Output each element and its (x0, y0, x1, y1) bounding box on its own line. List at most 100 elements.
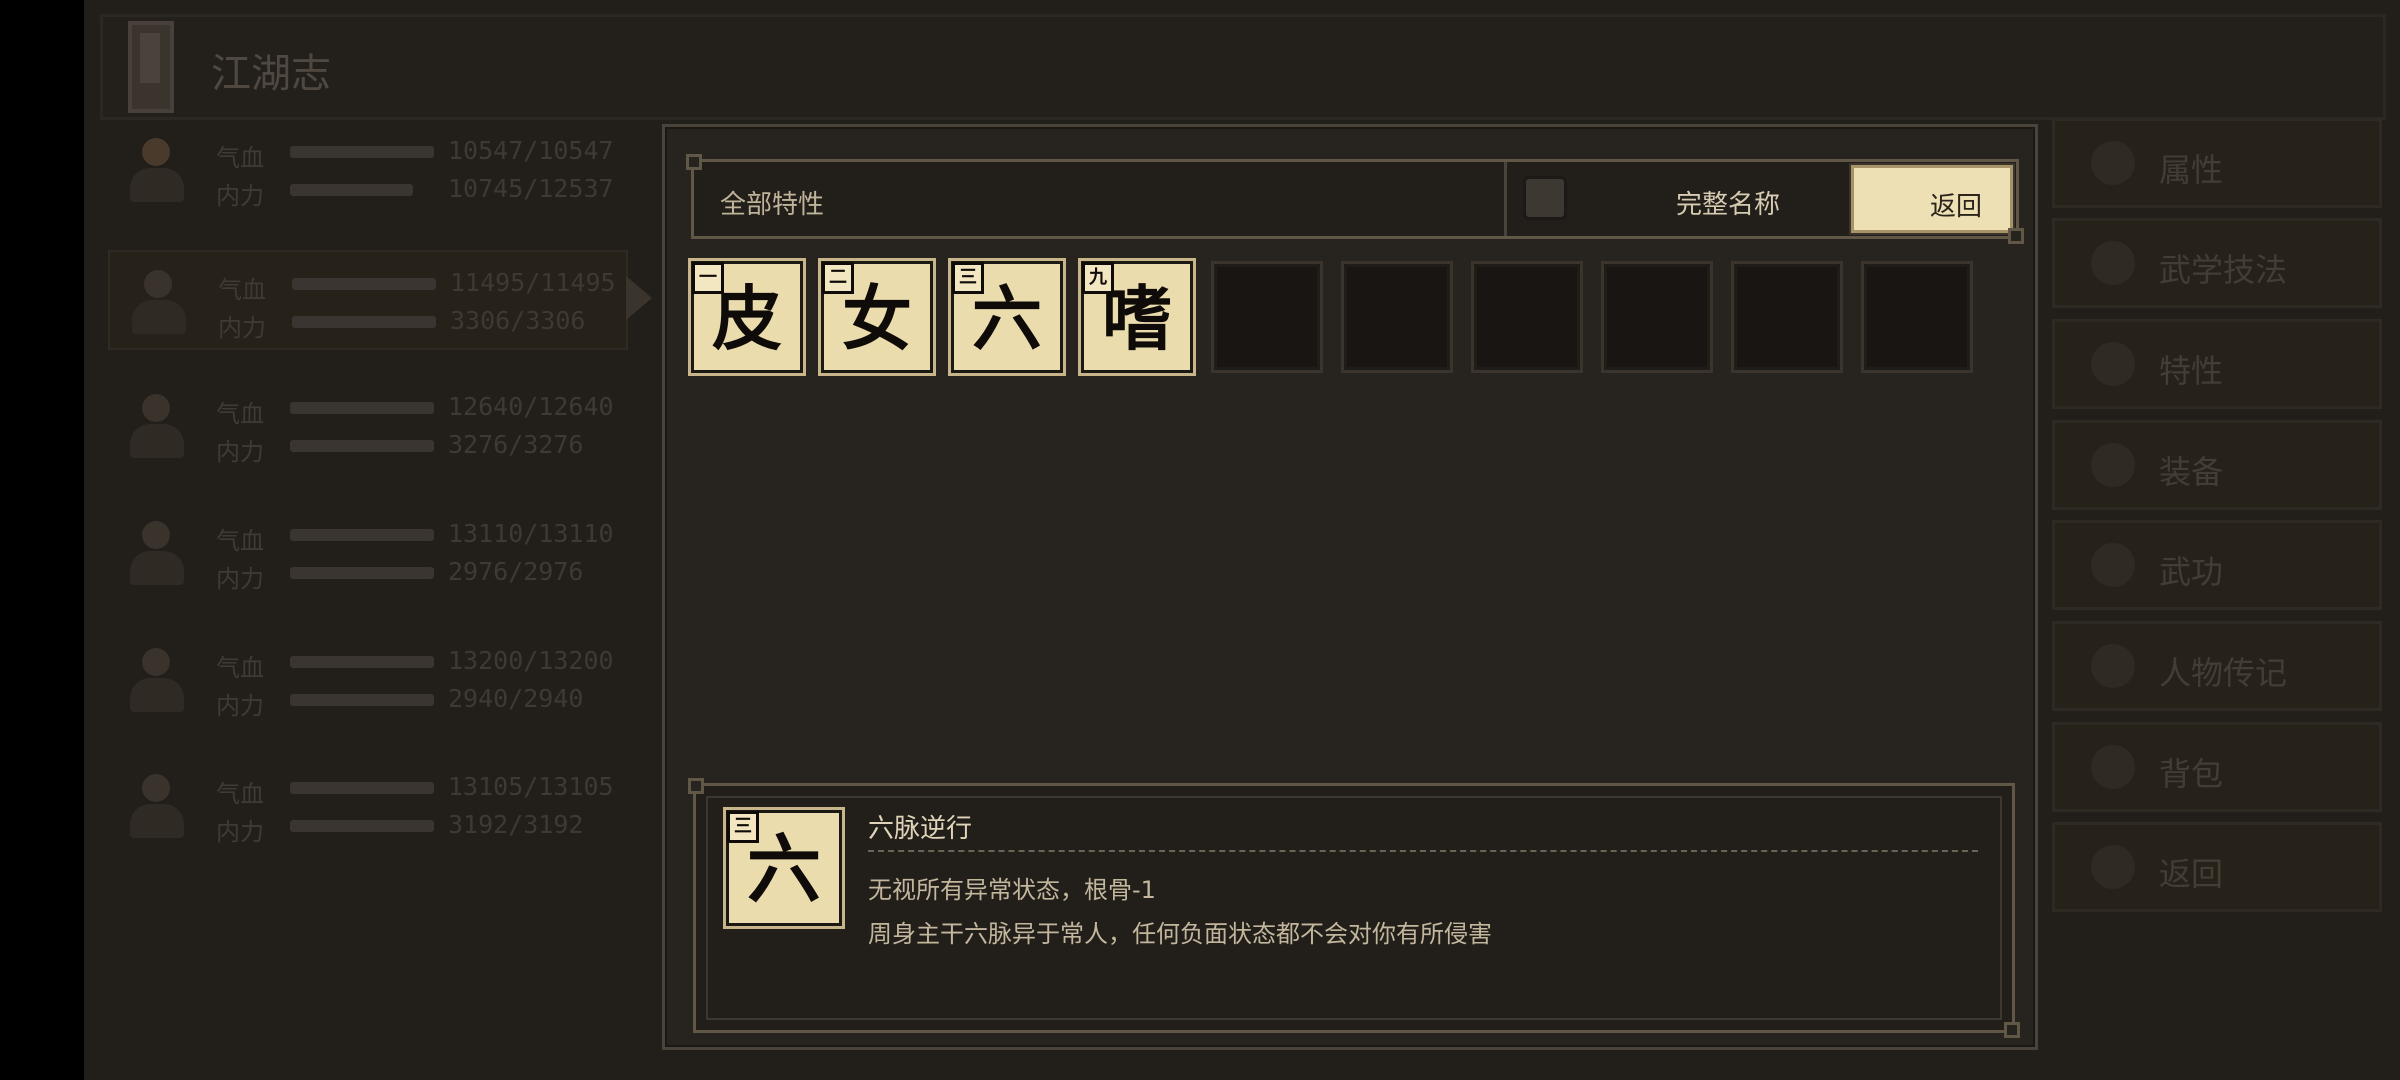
hp-value: 13200/13200 (448, 646, 614, 675)
menu-traits-button[interactable]: 特性 (2052, 319, 2382, 409)
hero-avatar-icon (122, 134, 192, 206)
back-button-label: 返回 (1929, 192, 1982, 222)
roster-row[interactable]: 气血 12640/12640 内力 3276/3276 (108, 376, 628, 476)
hp-label: 气血 (216, 780, 264, 808)
menu-back-button[interactable]: 返回 (2052, 822, 2382, 912)
trait-char: 嗜 (1102, 277, 1172, 360)
book-icon (128, 21, 174, 113)
full-name-checkbox[interactable] (1523, 176, 1567, 220)
hp-bar (290, 529, 434, 541)
menu-biography-button[interactable]: 人物传记 (2052, 621, 2382, 711)
menu-label: 装备 (2159, 453, 2224, 491)
hp-bar (292, 278, 436, 290)
mp-bar (290, 694, 434, 706)
roster-row[interactable]: 气血 10547/10547 内力 10745/12537 (108, 120, 628, 220)
mp-label: 内力 (216, 818, 264, 846)
hp-value: 11495/11495 (450, 268, 616, 297)
menu-equipment-button[interactable]: 装备 (2052, 420, 2382, 510)
sword-icon (2091, 443, 2135, 487)
book-icon (2091, 644, 2135, 688)
empty-trait-slot (1731, 261, 1843, 373)
hp-label: 气血 (216, 654, 264, 682)
trait-description: 周身主干六脉异于常人，任何负面状态都不会对你有所侵害 (868, 920, 1492, 948)
roster-row-selected[interactable]: 气血 11495/11495 内力 3306/3306 (108, 250, 628, 350)
menu-label: 返回 (2159, 855, 2224, 893)
mp-bar (290, 184, 413, 196)
menu-label: 属性 (2159, 151, 2224, 189)
hero-avatar-icon (124, 266, 194, 338)
mp-bar (290, 567, 434, 579)
trait-tile[interactable]: 嗜 九 (1081, 261, 1193, 373)
door-icon (2091, 845, 2135, 889)
mp-bar (290, 440, 434, 452)
trait-rank-badge: 九 (1082, 262, 1114, 294)
trait-rank-badge: 二 (822, 262, 854, 294)
menu-martial-skills-button[interactable]: 武学技法 (2052, 218, 2382, 308)
journal-title: 江湖志 (211, 51, 331, 97)
mp-value: 3306/3306 (450, 306, 586, 335)
hp-bar (290, 656, 434, 668)
roster-row[interactable]: 气血 13200/13200 内力 2940/2940 (108, 630, 628, 730)
mp-value: 3276/3276 (448, 430, 584, 459)
mp-value: 10745/12537 (448, 174, 614, 203)
menu-label: 武学技法 (2159, 251, 2288, 289)
mp-label: 内力 (216, 692, 264, 720)
hp-label: 气血 (216, 527, 264, 555)
journal-header: 江湖志 (100, 14, 2386, 120)
hp-value: 10547/10547 (448, 136, 614, 165)
trait-filter-dropdown[interactable]: 全部特性 (720, 184, 824, 221)
screen-edge (0, 0, 84, 1080)
trait-effect: 无视所有异常状态，根骨-1 (868, 876, 1156, 904)
detail-rank-badge: 三 (727, 811, 759, 843)
hero-avatar-icon (122, 390, 192, 462)
trait-name: 六脉逆行 (868, 814, 973, 844)
hero-avatar-icon (122, 770, 192, 842)
mp-label: 内力 (218, 314, 266, 342)
mp-bar (292, 316, 436, 328)
menu-label: 背包 (2159, 755, 2224, 793)
roster-row[interactable]: 气血 13105/13105 内力 3192/3192 (108, 756, 628, 856)
trait-char: 皮 (712, 277, 782, 360)
roster-row[interactable]: 气血 13110/13110 内力 2976/2976 (108, 503, 628, 603)
trait-char: 六 (972, 277, 1042, 360)
menu-label: 特性 (2159, 352, 2224, 390)
full-name-toggle[interactable]: 完整名称 (1504, 162, 1800, 236)
mp-value: 3192/3192 (448, 810, 584, 839)
mp-label: 内力 (216, 438, 264, 466)
menu-inventory-button[interactable]: 背包 (2052, 722, 2382, 812)
hp-label: 气血 (216, 400, 264, 428)
hero-avatar-icon (122, 644, 192, 716)
mp-bar (290, 820, 434, 832)
menu-label: 人物传记 (2159, 654, 2288, 692)
mp-value: 2976/2976 (448, 557, 584, 586)
dashed-divider (868, 850, 1978, 852)
hp-bar (290, 782, 434, 794)
hp-value: 13105/13105 (448, 772, 614, 801)
mp-value: 2940/2940 (448, 684, 584, 713)
trait-tile[interactable]: 女 二 (821, 261, 933, 373)
hero-avatar-icon (122, 517, 192, 589)
empty-trait-slot (1861, 261, 1973, 373)
hp-value: 12640/12640 (448, 392, 614, 421)
detail-trait-tile: 六 三 (726, 810, 842, 926)
mp-label: 内力 (216, 565, 264, 593)
trait-detail-panel: 六 三 六脉逆行 无视所有异常状态，根骨-1 周身主干六脉异于常人，任何负面状态… (688, 778, 2020, 1038)
hp-bar (290, 146, 434, 158)
menu-attributes-button[interactable]: 属性 (2052, 118, 2382, 208)
trait-filter-bar: 全部特性 完整名称 返回 (686, 154, 2024, 244)
person-icon (2091, 141, 2135, 185)
trait-tile-selected[interactable]: 六 三 (951, 261, 1063, 373)
selection-arrow-icon (626, 276, 652, 320)
hp-label: 气血 (216, 144, 264, 172)
hp-value: 13110/13110 (448, 519, 614, 548)
fighter-icon (2091, 241, 2135, 285)
scroll-icon (2091, 543, 2135, 587)
empty-trait-slot (1341, 261, 1453, 373)
menu-kungfu-button[interactable]: 武功 (2052, 520, 2382, 610)
back-button[interactable]: 返回 (1851, 165, 2013, 233)
trait-char: 女 (842, 277, 912, 360)
hp-label: 气血 (218, 276, 266, 304)
mp-label: 内力 (216, 182, 264, 210)
empty-trait-slot (1601, 261, 1713, 373)
trait-tile[interactable]: 皮 一 (691, 261, 803, 373)
